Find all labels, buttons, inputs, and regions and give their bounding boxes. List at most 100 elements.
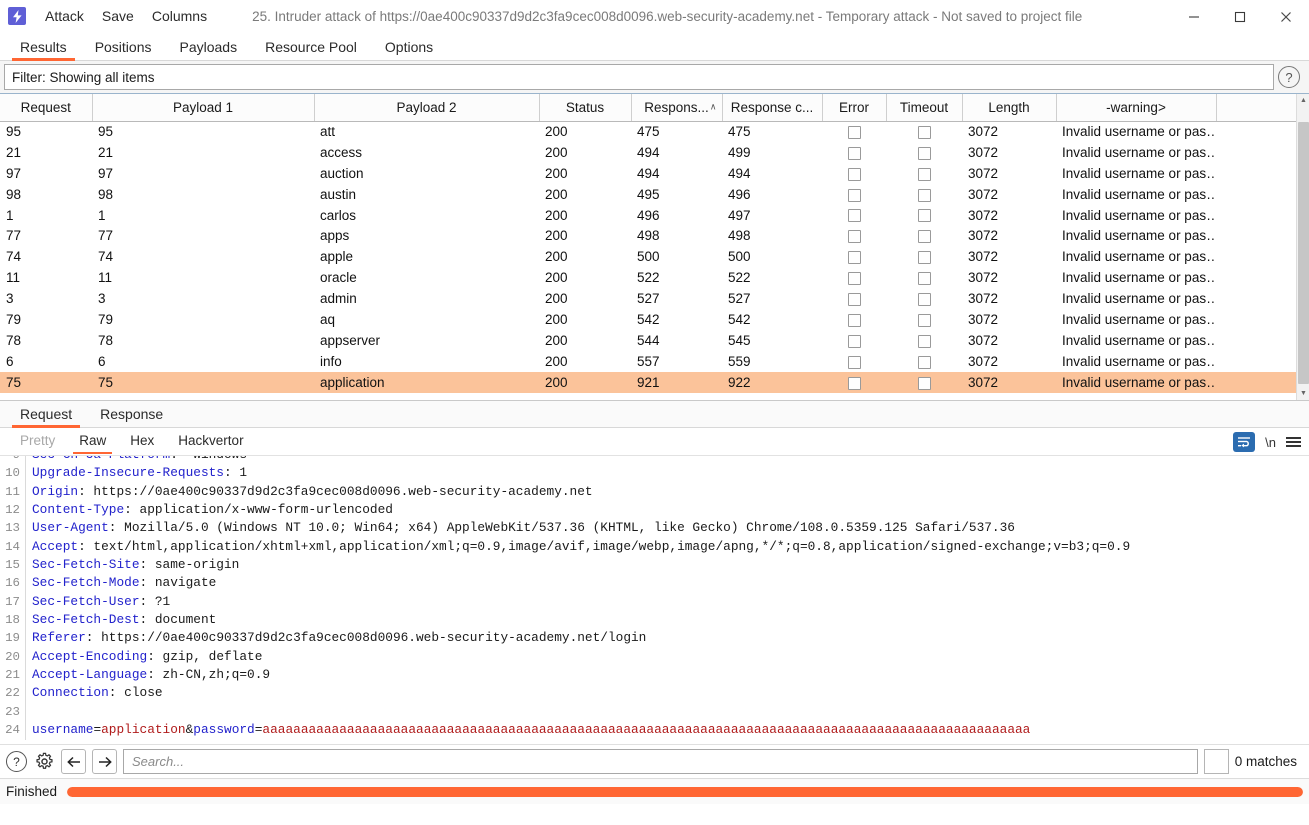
word-wrap-icon[interactable] [1233,432,1256,452]
results-table: Request Payload 1 Payload 2 Status Respons..… [0,94,1301,400]
column-header-timeout[interactable]: Timeout [886,94,963,122]
cell-status: 200 [545,291,568,307]
timeout-checkbox[interactable] [917,251,931,265]
column-header-error[interactable]: Error [822,94,887,122]
error-checkbox[interactable] [847,146,861,160]
view-tab-raw[interactable]: Raw [69,431,116,454]
timeout-checkbox[interactable] [917,334,931,348]
newline-toggle-icon[interactable]: \n [1265,435,1276,450]
column-header-response-c[interactable]: Response c... [722,94,823,122]
cell-error [822,205,886,226]
filter-input[interactable]: Filter: Showing all items [4,64,1274,90]
tab-response[interactable]: Response [86,404,177,427]
error-checkbox[interactable] [847,293,861,306]
cell-blank [1216,267,1301,288]
column-header-status[interactable]: Status [539,94,632,122]
cell-timeout [886,184,962,205]
cell-payload1: 98 [98,186,114,202]
column-header-respons[interactable]: Respons... ∧ [631,94,723,122]
http-message-editor[interactable]: 9Sec-Ch-Ua-Platform: "Windows"10Upgrade-… [0,456,1309,744]
search-next-button[interactable] [92,749,117,774]
menu-columns[interactable]: Columns [143,5,216,27]
error-checkbox[interactable] [847,167,861,181]
cell-status: 200 [545,165,568,181]
view-tab-hackvertor[interactable]: Hackvertor [168,431,253,452]
timeout-checkbox[interactable] [917,188,931,202]
view-tab-pretty[interactable]: Pretty [10,431,65,452]
message-line: 18 Sec-Fetch-Dest: document [0,611,1309,630]
menu-save[interactable]: Save [93,5,143,27]
column-header-warning[interactable]: -warning> [1056,94,1217,122]
error-checkbox[interactable] [847,209,861,223]
tab-results[interactable]: Results [6,37,81,61]
view-tab-hex[interactable]: Hex [120,431,164,452]
error-checkbox[interactable] [847,188,861,202]
minimize-button[interactable] [1171,0,1217,33]
table-row[interactable]: 21 21 access 200 494 499 3072 Invalid username … [0,142,1301,163]
table-row[interactable]: 77 77 apps 200 498 498 3072 Invalid username or… [0,225,1301,246]
search-input[interactable]: Search... [123,749,1198,774]
column-header-blank[interactable] [1216,94,1301,122]
table-header-row: Request Payload 1 Payload 2 Status Respons..… [0,94,1301,122]
timeout-checkbox[interactable] [917,126,931,140]
message-line: 22 Connection: close [0,684,1309,703]
table-row[interactable]: 95 95 att 200 475 475 3072 Invalid username or … [0,121,1301,142]
table-row[interactable]: 11 11 oracle 200 522 522 3072 Invalid username … [0,267,1301,288]
search-prev-button[interactable] [61,749,86,774]
tab-payloads[interactable]: Payloads [166,37,252,60]
message-line: 13 User-Agent: Mozilla/5.0 (Windows NT 10… [0,519,1309,538]
line-number: 21 [0,666,26,685]
timeout-checkbox[interactable] [917,293,931,306]
table-row[interactable]: 1 1 carlos 200 496 497 3072 Invalid username or… [0,205,1301,226]
table-row[interactable]: 3 3 admin 200 527 527 3072 Invalid username or … [0,288,1301,309]
search-scope-box[interactable] [1203,749,1229,774]
timeout-checkbox[interactable] [917,230,931,244]
column-header-payload-2[interactable]: Payload 2 [314,94,540,122]
gear-icon[interactable] [33,751,55,773]
table-row[interactable]: 78 78 appserver 200 544 545 3072 Invalid userna… [0,330,1301,351]
hamburger-menu-icon[interactable] [1286,437,1301,447]
header-name: User-Agent [32,520,109,536]
timeout-checkbox[interactable] [917,167,931,181]
column-header-length[interactable]: Length [962,94,1057,122]
table-row[interactable]: 6 6 info 200 557 559 3072 Invalid username or p… [0,351,1301,372]
tab-positions[interactable]: Positions [81,37,166,60]
table-row[interactable]: 74 74 apple 200 500 500 3072 Invalid username o… [0,246,1301,267]
error-checkbox[interactable] [847,313,861,327]
header-value: : same-origin [139,557,240,573]
timeout-checkbox[interactable] [917,313,931,327]
timeout-checkbox[interactable] [917,209,931,223]
question-mark-icon[interactable]: ? [6,751,27,772]
scroll-down-arrow[interactable]: ▼ [1297,387,1309,400]
scroll-up-arrow[interactable]: ▲ [1297,94,1309,107]
error-checkbox[interactable] [847,230,861,244]
close-button[interactable] [1263,0,1309,33]
maximize-button[interactable] [1217,0,1263,33]
scrollbar-thumb[interactable] [1298,122,1309,384]
table-row[interactable]: 79 79 aq 200 542 542 3072 Invalid username or p… [0,309,1301,330]
error-checkbox[interactable] [847,126,861,140]
error-checkbox[interactable] [847,355,861,369]
timeout-checkbox[interactable] [917,272,931,286]
cell-received: 921 [631,371,722,393]
header-name: Origin [32,483,79,499]
error-checkbox[interactable] [847,251,861,265]
error-checkbox[interactable] [847,272,861,286]
error-checkbox[interactable] [847,376,861,390]
tab-request[interactable]: Request [6,404,86,428]
tab-options[interactable]: Options [371,37,447,60]
timeout-checkbox[interactable] [917,355,931,369]
question-mark-icon[interactable]: ? [1278,66,1300,88]
menu-attack[interactable]: Attack [36,5,93,27]
tab-resource-pool[interactable]: Resource Pool [251,37,371,60]
timeout-checkbox[interactable] [917,146,931,160]
line-number: 16 [0,574,26,593]
table-row[interactable]: 75 75 application 200 921 922 3072 Invalid user… [0,371,1301,393]
error-checkbox[interactable] [847,334,861,348]
results-scrollbar[interactable]: ▲ ▼ [1296,94,1309,400]
column-header-payload-1[interactable]: Payload 1 [92,94,315,122]
timeout-checkbox[interactable] [917,376,931,390]
table-row[interactable]: 98 98 austin 200 495 496 3072 Invalid username … [0,184,1301,205]
column-header-request[interactable]: Request [0,94,93,122]
table-row[interactable]: 97 97 auction 200 494 494 3072 Invalid username… [0,163,1301,184]
